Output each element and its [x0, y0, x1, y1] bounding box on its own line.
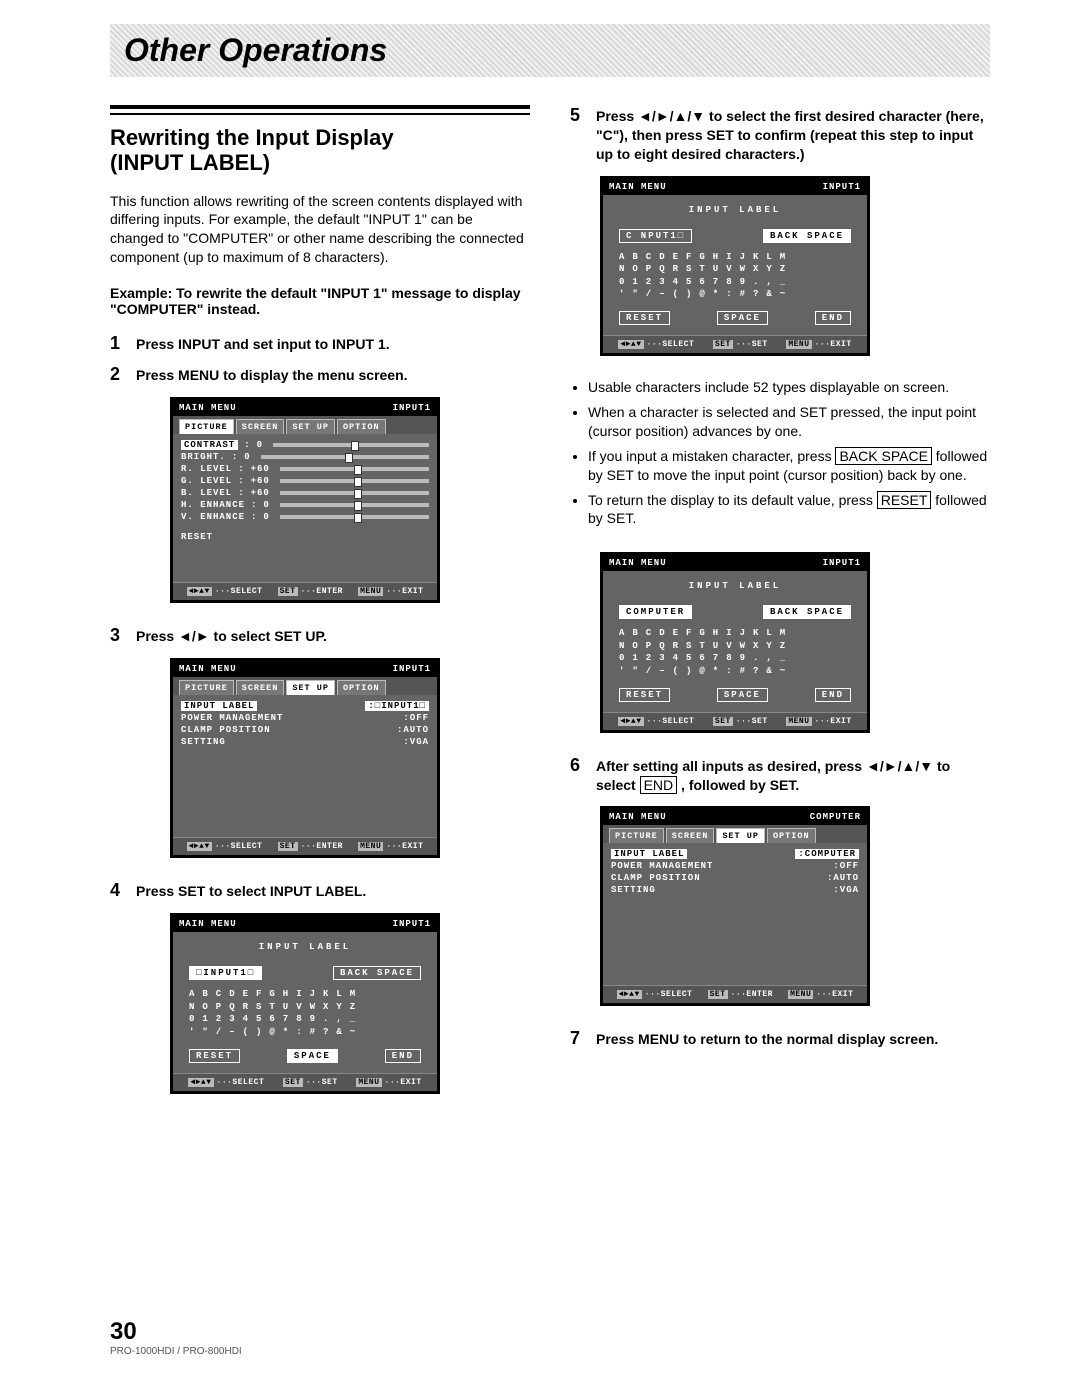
- down-arrow-icon: ▼: [691, 107, 705, 126]
- reset-button: RESET: [189, 1049, 240, 1063]
- example-text: Example: To rewrite the default "INPUT 1…: [110, 285, 530, 317]
- end-button: END: [815, 688, 851, 702]
- backspace-box: BACK SPACE: [835, 447, 931, 465]
- end-box: END: [640, 776, 678, 794]
- reset-button: RESET: [619, 688, 670, 702]
- section-title-line1: Rewriting the Input Display: [110, 125, 394, 150]
- menu-title: MAIN MENU: [179, 403, 237, 413]
- note-item: To return the display to its default val…: [588, 491, 990, 529]
- page-header: Other Operations: [110, 24, 990, 77]
- space-button: SPACE: [717, 688, 768, 702]
- notes-list: Usable characters include 52 types displ…: [570, 378, 990, 528]
- menu-screenshot-label-c: MAIN MENU INPUT1 INPUT LABEL C NPUT1□ BA…: [600, 176, 870, 356]
- note-item: Usable characters include 52 types displ…: [588, 378, 990, 397]
- menu-screenshot-label-input1: MAIN MENU INPUT1 INPUT LABEL □INPUT1□ BA…: [170, 913, 440, 1093]
- intro-text: This function allows rewriting of the sc…: [110, 192, 530, 268]
- menu-screenshot-picture: MAIN MENU INPUT1 PICTURE SCREEN SET UP O…: [170, 397, 440, 603]
- right-column: 5 Press ◄/►/▲/▼ to select the first desi…: [570, 105, 990, 1116]
- note-item: When a character is selected and SET pre…: [588, 403, 990, 441]
- character-grid: ABCDEFGHIJKLM NOPQRSTUVWXYZ 0123456789.,…: [603, 251, 867, 305]
- section-title-line2: (INPUT LABEL): [110, 150, 270, 175]
- step-number: 1: [110, 333, 128, 354]
- page-number: 30: [110, 1318, 242, 1346]
- character-grid: ABCDEFGHIJKLM NOPQRSTUVWXYZ 0123456789.,…: [173, 988, 437, 1042]
- up-arrow-icon: ▲: [901, 757, 915, 776]
- step-text: Press ◄/►/▲/▼ to select the first desire…: [596, 105, 990, 164]
- current-value: C NPUT1□: [619, 229, 692, 243]
- tab-picture: PICTURE: [179, 419, 234, 434]
- character-grid: ABCDEFGHIJKLM NOPQRSTUVWXYZ 0123456789.,…: [603, 627, 867, 681]
- step-text: Press MENU to display the menu screen.: [136, 364, 408, 385]
- end-button: END: [385, 1049, 421, 1063]
- menu-input: INPUT1: [393, 403, 431, 413]
- tab-setup: SET UP: [286, 419, 335, 434]
- down-arrow-icon: ▼: [919, 757, 933, 776]
- page-title: Other Operations: [124, 32, 976, 69]
- step-4: 4 Press SET to select INPUT LABEL.: [110, 880, 530, 901]
- step-text: After setting all inputs as desired, pre…: [596, 755, 990, 795]
- menu-screenshot-setup-computer: MAIN MENU COMPUTER PICTURE SCREEN SET UP…: [600, 806, 870, 1006]
- left-arrow-icon: ◄: [866, 757, 880, 776]
- backspace-button: BACK SPACE: [333, 966, 421, 980]
- step-2: 2 Press MENU to display the menu screen.: [110, 364, 530, 385]
- step-3: 3 Press ◄/► to select SET UP.: [110, 625, 530, 646]
- note-item: If you input a mistaken character, press…: [588, 447, 990, 485]
- backspace-button: BACK SPACE: [763, 229, 851, 243]
- space-button: SPACE: [717, 311, 768, 325]
- current-value: COMPUTER: [619, 605, 692, 619]
- up-arrow-icon: ▲: [674, 107, 688, 126]
- tab-screen: SCREEN: [236, 419, 285, 434]
- menu-screenshot-label-computer: MAIN MENU INPUT1 INPUT LABEL COMPUTER BA…: [600, 552, 870, 732]
- end-button: END: [815, 311, 851, 325]
- left-arrow-icon: ◄: [178, 627, 192, 646]
- step-number: 7: [570, 1028, 588, 1049]
- right-arrow-icon: ►: [884, 757, 898, 776]
- menu-screenshot-setup: MAIN MENU INPUT1 PICTURE SCREEN SET UP O…: [170, 658, 440, 858]
- reset-button: RESET: [619, 311, 670, 325]
- tab-option: OPTION: [337, 419, 386, 434]
- step-1: 1 Press INPUT and set input to INPUT 1.: [110, 333, 530, 354]
- step-7: 7 Press MENU to return to the normal dis…: [570, 1028, 990, 1049]
- step-text: Press ◄/► to select SET UP.: [136, 625, 327, 646]
- right-arrow-icon: ►: [656, 107, 670, 126]
- page-footer: 30 PRO-1000HDI / PRO-800HDI: [110, 1318, 242, 1357]
- step-number: 6: [570, 755, 588, 776]
- step-text: Press MENU to return to the normal displ…: [596, 1028, 938, 1049]
- model-label: PRO-1000HDI / PRO-800HDI: [110, 1346, 242, 1357]
- right-arrow-icon: ►: [196, 627, 210, 646]
- step-6: 6 After setting all inputs as desired, p…: [570, 755, 990, 795]
- step-text: Press INPUT and set input to INPUT 1.: [136, 333, 390, 354]
- step-number: 3: [110, 625, 128, 646]
- space-button: SPACE: [287, 1049, 338, 1063]
- current-value: □INPUT1□: [189, 966, 262, 980]
- left-column: Rewriting the Input Display (INPUT LABEL…: [110, 105, 530, 1116]
- backspace-button: BACK SPACE: [763, 605, 851, 619]
- left-arrow-icon: ◄: [638, 107, 652, 126]
- step-number: 4: [110, 880, 128, 901]
- reset-box: RESET: [877, 491, 932, 509]
- step-number: 2: [110, 364, 128, 385]
- step-5: 5 Press ◄/►/▲/▼ to select the first desi…: [570, 105, 990, 164]
- step-number: 5: [570, 105, 588, 126]
- step-text: Press SET to select INPUT LABEL.: [136, 880, 366, 901]
